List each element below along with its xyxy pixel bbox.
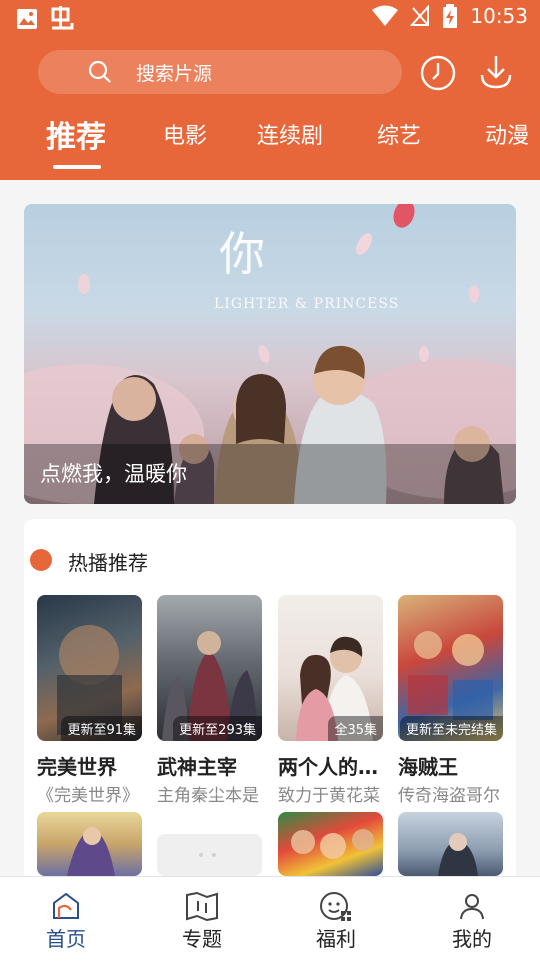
poster-1-badge: 更新至293集 [173, 716, 262, 741]
nav-home[interactable]: 首页 [26, 891, 106, 952]
nav-topics[interactable]: 专题 [162, 891, 242, 952]
banner-subtitle-art: LIGHTER & PRINCESS [214, 296, 400, 312]
poster-row2-0[interactable] [37, 812, 142, 876]
featured-banner[interactable]: 你 LIGHTER & PRINCESS 点燃我，温暖你 [24, 204, 516, 504]
poster-row2-0-art [67, 827, 115, 876]
benefits-face-icon [320, 892, 351, 921]
poster-1[interactable]: 更新至293集 [157, 595, 262, 741]
category-tabs: 推荐 电影 连续剧 综艺 动漫 [0, 104, 540, 174]
battery-charging-icon [443, 4, 458, 28]
status-time: 10:53 [470, 4, 528, 28]
tab-recommend[interactable]: 推荐 [46, 112, 106, 156]
download-icon[interactable] [478, 53, 514, 91]
poster-2-badge: 全35集 [328, 716, 383, 741]
top-header: 10:53 搜索片源 推荐 电影 连续剧 综艺 动漫 [0, 0, 540, 180]
poster-2[interactable]: 全35集 [278, 595, 383, 741]
nav-benefits[interactable]: 福利 [296, 891, 376, 952]
poster-row2-2[interactable] [278, 812, 383, 876]
poster-row2-1-placeholder: • • [157, 834, 262, 876]
active-tab-indicator [53, 165, 101, 169]
item-3-desc: 传奇海盗哥尔 [398, 786, 500, 806]
item-3-title[interactable]: 海贼王 [398, 751, 508, 780]
nav-me-label: 我的 [452, 927, 492, 951]
item-2-desc: 致力于黄花菜 [278, 786, 380, 806]
item-1-desc: 主角秦尘本是 [157, 786, 259, 806]
image-notification-icon [17, 9, 37, 29]
section-title: 热播推荐 [68, 551, 148, 575]
poster-3[interactable]: 更新至未完结集 [398, 595, 503, 741]
nav-benefits-label: 福利 [316, 927, 356, 951]
history-icon[interactable] [420, 55, 456, 91]
app-notification-icon [51, 6, 74, 30]
nav-home-label: 首页 [46, 927, 86, 951]
home-icon [53, 892, 79, 919]
poster-row2-3-art [438, 833, 478, 876]
nav-topics-label: 专题 [182, 927, 222, 951]
item-0-desc: 《完美世界》 [37, 786, 139, 806]
poster-0[interactable]: 更新至91集 [37, 595, 142, 741]
no-signal-icon [410, 5, 430, 26]
item-0-title[interactable]: 完美世界 [37, 751, 147, 780]
tab-movies[interactable]: 电影 [163, 118, 207, 150]
tab-series[interactable]: 连续剧 [257, 118, 323, 150]
status-bar: 10:53 [0, 0, 540, 36]
item-2-title[interactable]: 两个人的… [278, 751, 388, 780]
section-dot-icon [30, 549, 52, 571]
wifi-icon [372, 5, 399, 26]
bottom-navigation: 首页 专题 福利 我的 [0, 876, 540, 961]
poster-3-badge: 更新至未完结集 [399, 716, 503, 741]
tab-variety[interactable]: 综艺 [377, 118, 421, 150]
search-icon [88, 60, 111, 83]
banner-title-art: 你 [219, 227, 265, 281]
search-bar[interactable]: 搜索片源 [38, 50, 402, 94]
book-icon [186, 891, 218, 921]
hot-recommend-section: 热播推荐 更新至91集 完美世界 《完美世界》 更新至293集 武神主宰 主角秦… [24, 519, 516, 919]
banner-caption: 点燃我，温暖你 [40, 462, 187, 486]
tab-anime[interactable]: 动漫 [485, 118, 529, 150]
poster-0-badge: 更新至91集 [61, 716, 142, 741]
poster-row2-3[interactable] [398, 812, 503, 876]
search-placeholder: 搜索片源 [136, 62, 213, 85]
placeholder-dots: • • [197, 848, 218, 864]
user-icon [460, 894, 484, 920]
nav-me[interactable]: 我的 [432, 891, 512, 952]
poster-row2-2-art [291, 829, 374, 859]
item-1-title[interactable]: 武神主宰 [157, 751, 267, 780]
